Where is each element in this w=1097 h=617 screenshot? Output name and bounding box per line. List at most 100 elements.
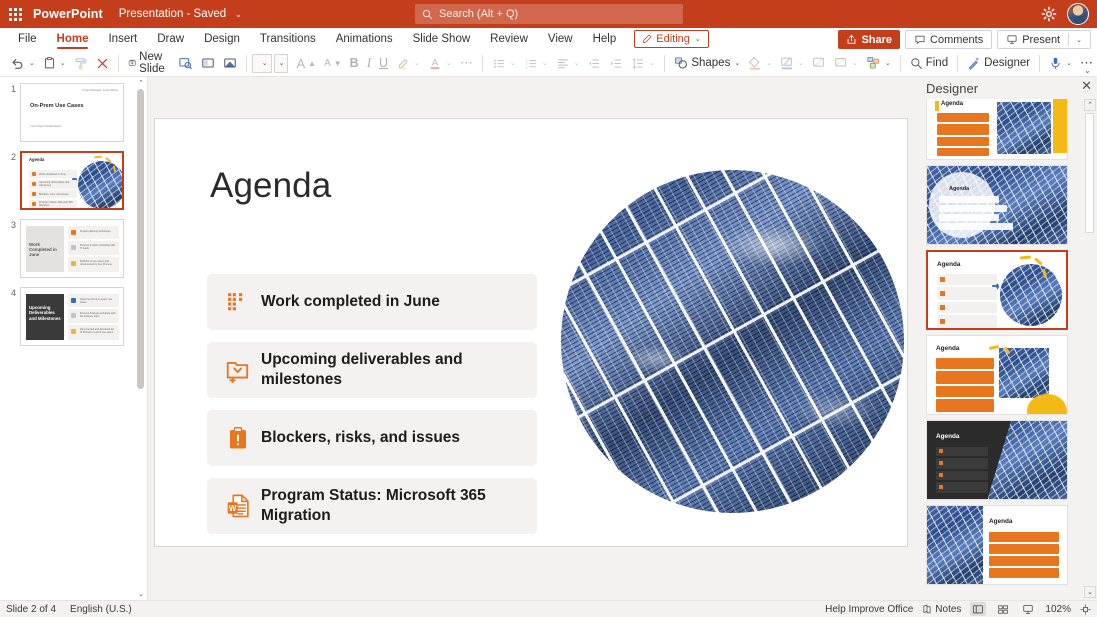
layout-button[interactable] [174,52,197,75]
design-idea-5[interactable]: Agenda [926,335,1068,415]
designer-scroll-up-icon[interactable]: ⌃ [1084,99,1096,111]
avatar[interactable] [1067,3,1089,25]
increase-indent-button[interactable] [605,52,627,75]
highlight-color-button[interactable]: ⌄ [392,52,424,75]
thumbnail-scroll-down-icon[interactable]: ⌄ [135,588,147,600]
shape-effects-button[interactable] [808,52,830,75]
slide-thumbnail-2[interactable]: Agenda Work completed in June Upcoming d… [20,151,124,210]
thumbnail-scroll-thumb[interactable] [137,89,144,389]
slide-show-view-button[interactable] [1020,602,1036,616]
agenda-item-2[interactable]: Upcoming deliverables and milestones [207,342,537,398]
numbering-chevron-down-icon[interactable]: ⌄ [542,59,548,67]
reset-button[interactable] [197,52,219,75]
design-idea-4[interactable]: Agenda [926,250,1068,330]
shapes-chevron-down-icon[interactable]: ⌄ [734,59,740,67]
tab-file[interactable]: File [8,28,47,50]
shape-fill-chevron-down-icon[interactable]: ⌄ [766,59,772,67]
find-button[interactable]: Find [906,52,952,75]
thumbnail-scroll-up-icon[interactable]: ⌃ [135,77,147,89]
thumbnail-scrollbar[interactable]: ⌃ ⌄ [135,77,147,600]
arrange-button[interactable]: ⌄ [862,52,895,75]
slide-count-label[interactable]: Slide 2 of 4 [6,604,56,615]
solar-panel-photo[interactable] [561,170,904,513]
thumbnail-scroll-track[interactable] [135,89,147,588]
designer-scroll-thumb[interactable] [1085,113,1094,233]
designer-scrollbar[interactable]: ⌃ ⌄ [1084,99,1096,598]
highlight-chevron-down-icon[interactable]: ⌄ [414,59,420,67]
tab-transitions[interactable]: Transitions [250,28,326,50]
app-name[interactable]: PowerPoint [33,7,103,21]
tab-insert[interactable]: Insert [98,28,147,50]
tab-help[interactable]: Help [583,28,627,50]
close-icon[interactable]: ✕ [1081,79,1092,93]
font-color-button[interactable]: A ⌄ [424,52,456,75]
shape-outline-chevron-down-icon[interactable]: ⌄ [798,59,804,67]
collapse-ribbon-chevron-down-icon[interactable]: ⌄ [1084,66,1091,75]
font-name-select[interactable]: ⌄ [252,54,271,73]
editing-mode-button[interactable]: Editing ⌄ [634,30,709,48]
align-chevron-down-icon[interactable]: ⌄ [574,59,580,67]
quick-styles-button[interactable]: ⌄ [830,52,862,75]
gear-icon[interactable] [1041,6,1057,22]
search-input[interactable]: Search (Alt + Q) [415,4,683,24]
grow-font-button[interactable]: A▲ [292,52,320,75]
tab-design[interactable]: Design [194,28,250,50]
dictate-chevron-down-icon[interactable]: ⌄ [1066,59,1072,67]
designer-scroll-down-icon[interactable]: ⌄ [1084,586,1096,598]
notes-button[interactable]: Notes [922,604,961,615]
dictate-button[interactable]: ⌄ [1045,52,1076,75]
slide-sorter-view-button[interactable] [995,602,1011,616]
document-title[interactable]: Presentation - Saved [119,8,226,20]
underline-button[interactable]: U [375,52,392,75]
undo-chevron-down-icon[interactable]: ⌄ [29,59,35,67]
agenda-item-4[interactable]: W Program Status: Microsoft 365 Migratio… [207,478,537,534]
bold-button[interactable]: B [346,52,363,75]
tab-review[interactable]: Review [480,28,538,50]
bullets-chevron-down-icon[interactable]: ⌄ [510,59,516,67]
slide-thumbnail-1[interactable]: Project Manager: Arnav Mishra On-Prem Us… [20,83,124,142]
agenda-item-1[interactable]: Work completed in June [207,274,537,330]
shrink-font-button[interactable]: A▼ [320,52,346,75]
tab-home[interactable]: Home [47,28,99,50]
design-idea-6[interactable]: Agenda [926,420,1068,500]
delete-button[interactable] [92,52,113,75]
design-idea-3[interactable]: Agenda [926,165,1068,245]
font-size-select[interactable]: ⌄ [274,54,289,73]
shape-fill-button[interactable]: ⌄ [744,52,776,75]
decrease-indent-button[interactable] [583,52,605,75]
new-slide-button[interactable]: New Slide [124,52,175,75]
line-spacing-chevron-down-icon[interactable]: ⌄ [649,59,655,67]
section-button[interactable] [219,52,241,75]
slide-thumbnail-4[interactable]: Upcoming Deliverables and Milestones App… [20,287,124,346]
design-idea-2[interactable]: Agenda [926,99,1068,160]
slide-title[interactable]: Agenda [210,166,331,206]
shapes-button[interactable]: Shapes ⌄ [670,52,744,75]
current-slide[interactable]: Agenda [155,119,907,546]
numbering-button[interactable]: 123 ⌄ [520,52,552,75]
agenda-item-3[interactable]: Blockers, risks, and issues [207,410,537,466]
align-button[interactable]: ⌄ [552,52,584,75]
zoom-level-label[interactable]: 102% [1045,604,1071,615]
undo-button[interactable]: ⌄ [6,52,39,75]
arrange-chevron-down-icon[interactable]: ⌄ [885,59,891,67]
shape-outline-button[interactable]: ⌄ [776,52,808,75]
document-title-chevron-down-icon[interactable]: ⌄ [235,10,242,19]
tab-view[interactable]: View [538,28,583,50]
normal-view-button[interactable] [970,602,986,616]
design-idea-7[interactable]: Agenda [926,505,1068,585]
comments-button[interactable]: Comments [905,30,992,49]
slide-canvas-area[interactable]: Agenda [148,77,920,600]
help-improve-office-button[interactable]: Help Improve Office [825,604,913,615]
paste-button[interactable]: ⌄ [39,52,70,75]
line-spacing-button[interactable]: ⌄ [627,52,659,75]
tab-draw[interactable]: Draw [147,28,194,50]
quick-styles-chevron-down-icon[interactable]: ⌄ [852,59,858,67]
tab-slide-show[interactable]: Slide Show [403,28,481,50]
tab-animations[interactable]: Animations [326,28,403,50]
slide-thumbnail-3[interactable]: Work Completed in June Project planning … [20,219,124,278]
present-button[interactable]: Present ⌄ [997,30,1091,49]
designer-button[interactable]: Designer [963,52,1034,75]
language-label[interactable]: English (U.S.) [70,604,132,615]
format-painter-button[interactable] [70,52,92,75]
fit-to-window-button[interactable] [1080,604,1091,615]
